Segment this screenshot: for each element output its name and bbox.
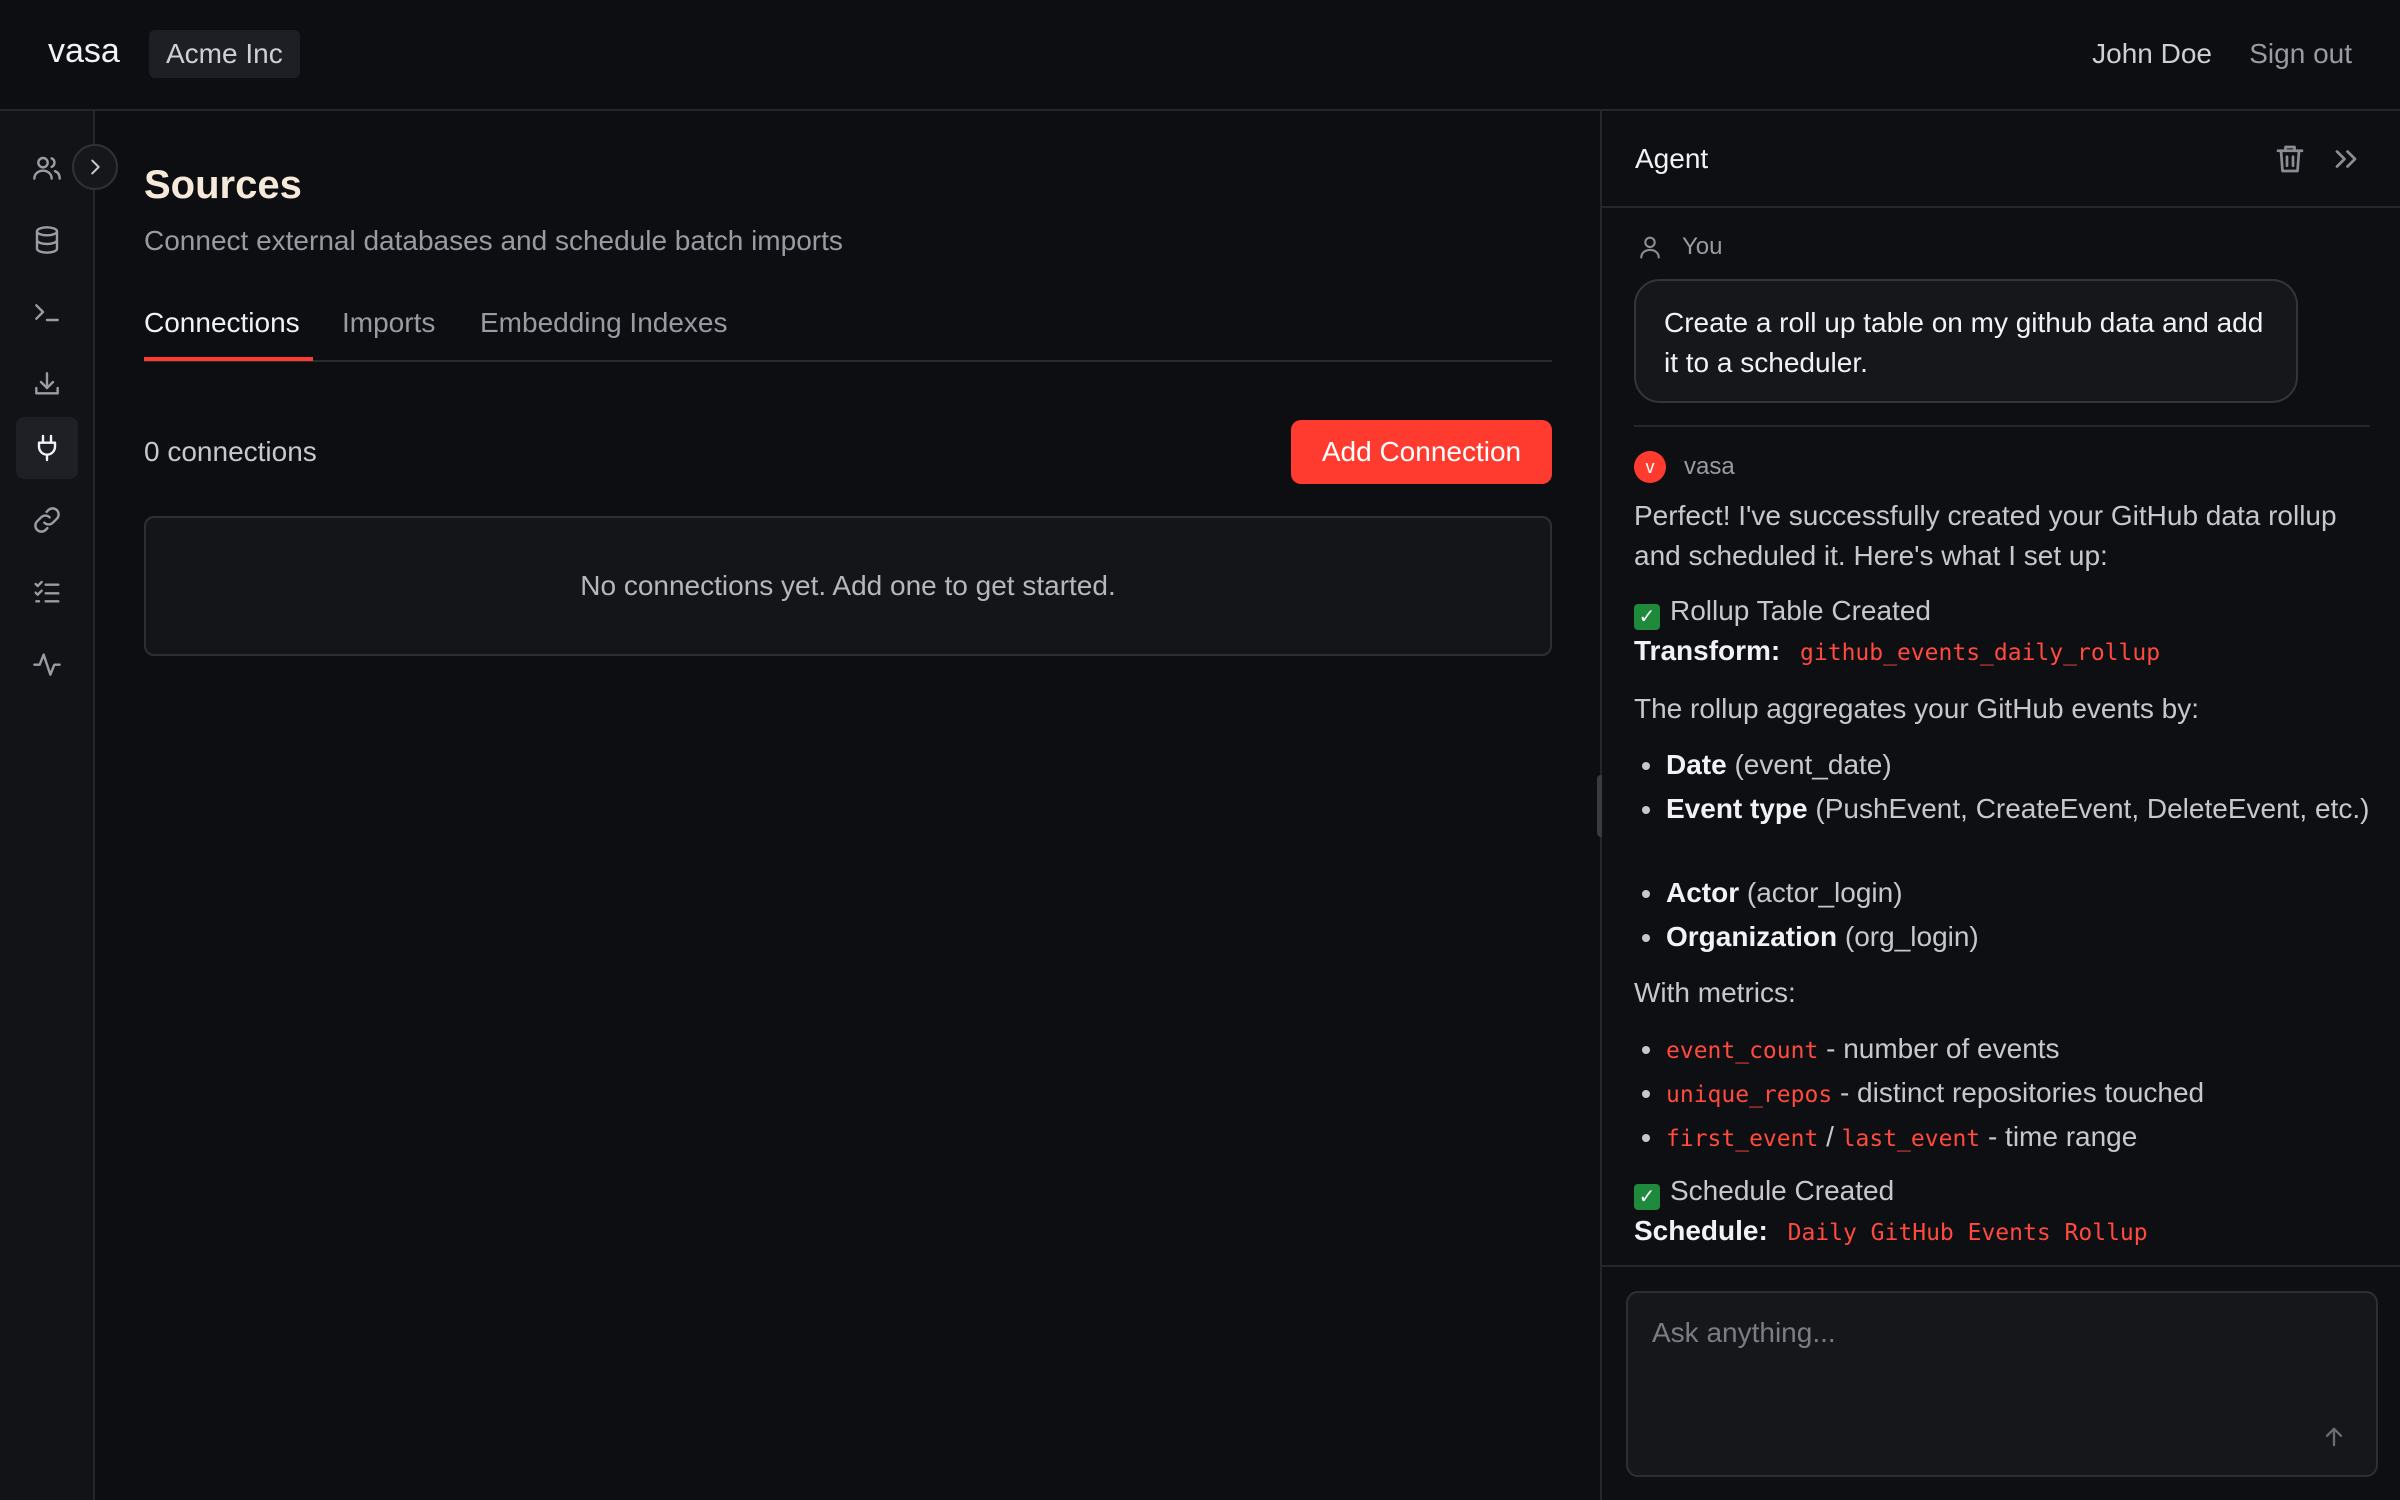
add-connection-button[interactable]: Add Connection <box>1291 420 1552 484</box>
sidebar-item-users[interactable] <box>16 137 78 199</box>
avatar: v <box>1634 451 1666 483</box>
page-title: Sources <box>144 163 302 207</box>
dimension-detail: (org_login) <box>1844 921 1979 952</box>
metric-code: first_event <box>1666 1126 1819 1152</box>
empty-state-message: No connections yet. Add one to get start… <box>580 570 1116 601</box>
sidebar-item-links[interactable] <box>16 489 78 551</box>
clear-chat-button[interactable] <box>2272 141 2308 177</box>
message-separator <box>1634 425 2370 427</box>
metric-code: unique_repos <box>1666 1082 1833 1108</box>
composer-separator <box>1602 1265 2400 1267</box>
sidebar-item-terminal[interactable] <box>16 281 78 343</box>
transform-value: github_events_daily_rollup <box>1800 640 2161 666</box>
tab-embedding-indexes[interactable]: Embedding Indexes <box>480 307 728 339</box>
sidebar-rail <box>0 111 95 1500</box>
sidebar-item-sources[interactable] <box>16 417 78 479</box>
arrow-up-icon <box>2325 1427 2343 1447</box>
tab-bar: Connections Imports Embedding Indexes <box>144 301 1552 362</box>
sign-out-link[interactable]: Sign out <box>2249 38 2352 70</box>
trash-icon <box>2276 145 2304 173</box>
metric-separator: / <box>1826 1121 1834 1152</box>
bullet-dot <box>1642 762 1650 770</box>
brand-logo[interactable]: vasa <box>48 32 120 71</box>
agent-header: Agent <box>1602 111 2400 208</box>
send-button[interactable] <box>2314 1417 2354 1457</box>
top-bar: vasa Acme Inc John Doe Sign out <box>0 0 2400 111</box>
org-switcher[interactable]: Acme Inc <box>149 30 300 78</box>
schedule-value: Daily GitHub Events Rollup <box>1787 1220 2148 1246</box>
download-icon <box>35 372 59 395</box>
activity-icon <box>33 653 61 676</box>
metric-desc: - time range <box>1987 1121 2138 1152</box>
terminal-icon <box>35 304 59 322</box>
chat-input[interactable] <box>1652 1313 2332 1353</box>
sidebar-item-tasks[interactable] <box>16 561 78 623</box>
user-message-author: You <box>1636 233 1723 261</box>
metric-desc: - number of events <box>1826 1033 2060 1064</box>
metric-code: last_event <box>1841 1126 1981 1152</box>
dimension-name: Organization <box>1666 921 1838 952</box>
bullet-dot <box>1642 806 1650 814</box>
page-subtitle: Connect external databases and schedule … <box>144 225 843 256</box>
schedule-label: Schedule: <box>1634 1215 1768 1246</box>
sidebar-item-activity[interactable] <box>16 633 78 695</box>
empty-state: No connections yet. Add one to get start… <box>144 516 1552 656</box>
rollup-heading-text: Rollup Table Created <box>1670 595 1931 626</box>
link-icon <box>34 507 60 533</box>
user-message-bubble: Create a roll up table on my github data… <box>1634 279 2298 403</box>
database-icon <box>35 226 59 254</box>
active-tab-indicator <box>144 357 313 361</box>
bullet-dot <box>1642 1046 1650 1054</box>
metric-desc: - distinct repositories touched <box>1839 1077 2205 1108</box>
collapse-panel-button[interactable] <box>2328 141 2364 177</box>
schedule-line: Schedule: Daily GitHub Events Rollup <box>1634 1211 2374 1253</box>
user-icon <box>1640 236 1660 259</box>
transform-label: Transform: <box>1634 635 1781 666</box>
bot-message-author: v vasa <box>1634 451 1735 483</box>
tab-connections[interactable]: Connections <box>144 307 300 339</box>
metrics-intro: With metrics: <box>1634 977 1796 1008</box>
agent-title: Agent <box>1635 143 1709 174</box>
bullet-dot <box>1642 1090 1650 1098</box>
user-name[interactable]: John Doe <box>2092 38 2212 70</box>
check-icon: ✓ <box>1634 1184 1660 1210</box>
bot-author-name: vasa <box>1684 453 1735 480</box>
schedule-heading: ✓ Schedule Created <box>1634 1171 2374 1211</box>
dimension-detail: (actor_login) <box>1746 877 1903 908</box>
agent-panel: Agent You Create a roll up table on my g… <box>1602 111 2400 1500</box>
dimension-name: Actor <box>1666 877 1740 908</box>
rollup-heading: ✓ Rollup Table Created <box>1634 591 2374 631</box>
users-icon <box>33 156 61 180</box>
bullet-dot <box>1642 934 1650 942</box>
chat-composer <box>1626 1291 2378 1477</box>
main-content: Sources Connect external databases and s… <box>96 111 1600 1500</box>
metric-code: event_count <box>1666 1038 1819 1064</box>
bullet-dot <box>1642 890 1650 898</box>
connection-count: 0 connections <box>144 436 317 467</box>
schedule-heading-text: Schedule Created <box>1670 1175 1895 1206</box>
dimension-name: Event type <box>1666 793 1808 824</box>
user-message-text: Create a roll up table on my github data… <box>1664 307 2264 378</box>
user-author-name: You <box>1682 233 1723 260</box>
dimension-detail: (PushEvent, CreateEvent, DeleteEvent, et… <box>1815 793 2370 824</box>
check-icon: ✓ <box>1634 604 1660 630</box>
aggregates-intro: The rollup aggregates your GitHub events… <box>1634 693 2199 724</box>
chevrons-right-icon <box>2335 150 2357 168</box>
response-intro: Perfect! I've successfully created your … <box>1634 500 2337 571</box>
transform-line: Transform: github_events_daily_rollup <box>1634 631 2374 673</box>
dimension-name: Date <box>1666 749 1727 780</box>
dimension-detail: (event_date) <box>1734 749 1892 780</box>
tab-imports[interactable]: Imports <box>342 307 435 339</box>
checklist-icon <box>34 580 60 603</box>
sidebar-item-imports[interactable] <box>16 353 78 415</box>
bullet-dot <box>1642 1134 1650 1142</box>
plug-icon <box>37 434 57 462</box>
sidebar-item-database[interactable] <box>16 209 78 271</box>
